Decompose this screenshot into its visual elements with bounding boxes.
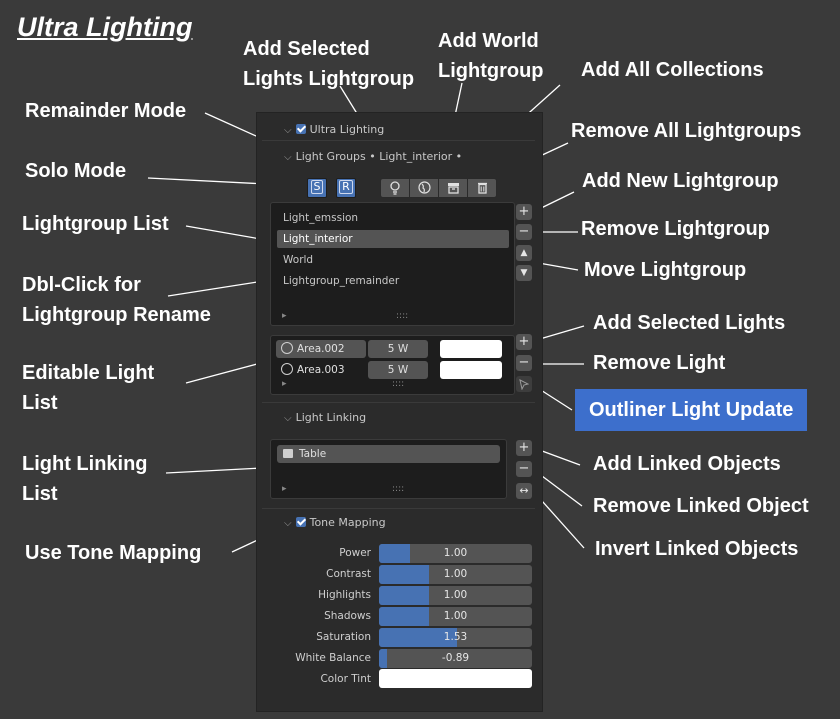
list-resize-grip[interactable]: :::: [392,379,404,389]
light-row[interactable]: Area.003 5 W [277,361,507,379]
chevron-down-icon: ⌵ [284,518,292,529]
list-resize-grip[interactable]: :::: [392,484,404,494]
remove-all-lightgroups-button[interactable] [467,178,497,198]
lightgroup-item[interactable]: Lightgroup_remainder [277,272,509,290]
color-tint-label: Color Tint [320,673,371,685]
solo-mode-toggle[interactable]: S [307,178,327,198]
light-bulb-icon [281,342,293,354]
light-groups-subheader[interactable]: ⌵ Light Groups • Light_interior • [284,150,462,163]
contrast-slider[interactable]: 1.00 [379,565,532,584]
add-selected-lights-lightgroup-button[interactable] [380,178,410,198]
highlights-slider[interactable]: 1.00 [379,586,532,605]
annotation-remove-lightgroup: Remove Lightgroup [581,218,770,240]
chevron-down-icon: ⌵ [284,413,292,424]
world-globe-icon [417,181,431,194]
annotation-invert-linked-objects: Invert Linked Objects [595,538,799,560]
list-resize-grip[interactable]: :::: [396,311,408,321]
annotation-light-linking-list: Light Linking List [22,453,148,505]
white-balance-label: White Balance [295,652,371,664]
panel-header[interactable]: ⌵ Ultra Lighting [284,123,384,136]
saturation-slider[interactable]: 1.53 [379,628,532,647]
move-lightgroup-down-button[interactable]: ▼ [516,265,532,281]
light-row[interactable]: Area.002 5 W [276,340,507,358]
cursor-arrow-icon [519,379,530,391]
color-tint-swatch[interactable] [379,669,532,688]
light-bulb-icon [281,363,293,375]
white-balance-slider[interactable]: -0.89 [379,649,532,668]
trash-icon [477,182,487,194]
annotation-add-selected-lights-lightgroup: Add Selected Lights Lightgroup [243,38,415,90]
slider-value: 1.00 [443,568,468,580]
chevron-down-icon: ⌵ [284,125,292,136]
annotation-lightgroup-list: Lightgroup List [22,213,169,235]
annotation-editable-light-list: Editable Light List [22,362,155,414]
annotation-move-lightgroup: Move Lightgroup [584,259,747,281]
tone-mapping-checkbox[interactable] [295,517,306,527]
contrast-label: Contrast [326,568,371,580]
slider-value: 1.00 [443,547,468,559]
annotation-remainder-mode: Remainder Mode [25,100,187,122]
collection-box-icon [283,449,293,458]
add-all-collections-button[interactable] [438,178,468,198]
expand-triangle-icon[interactable]: ▸ [282,379,287,389]
remove-light-button[interactable]: − [516,355,532,371]
power-label: Power [339,547,371,559]
annotation-use-tone-mapping: Use Tone Mapping [25,542,202,564]
remainder-mode-toggle[interactable]: R [336,178,356,198]
add-world-lightgroup-button[interactable] [409,178,439,198]
light-color-swatch[interactable] [440,340,502,358]
lightgroup-item[interactable]: Light_emssion [277,209,509,227]
lightgroup-item[interactable]: World [277,251,509,269]
annotation-dbl-click-rename: Dbl-Click for Lightgroup Rename [22,274,211,326]
remove-linked-object-button[interactable]: − [516,461,532,477]
highlights-label: Highlights [318,589,371,601]
annotation-remove-linked-object: Remove Linked Object [593,495,809,517]
checkbox-icon[interactable] [295,124,306,134]
add-lightgroup-button[interactable]: + [516,204,532,220]
light-color-swatch[interactable] [440,361,502,379]
divider [262,140,535,141]
tone-mapping-header[interactable]: ⌵ Tone Mapping [284,516,386,529]
saturation-label: Saturation [316,631,371,643]
invert-linked-objects-button[interactable]: ↔ [516,483,532,499]
remove-lightgroup-button[interactable]: − [516,224,532,240]
annotation-add-linked-objects: Add Linked Objects [593,453,781,475]
annotation-remove-light: Remove Light [593,352,726,374]
expand-triangle-icon[interactable]: ▸ [282,484,287,494]
lightgroup-item-selected[interactable]: Light_interior [277,230,509,248]
light-linking-header[interactable]: ⌵ Light Linking [284,411,366,424]
move-lightgroup-up-button[interactable]: ▲ [516,245,532,261]
divider [262,508,535,509]
power-slider[interactable]: 1.00 [379,544,532,563]
divider [262,402,535,403]
annotation-solo-mode: Solo Mode [25,160,127,182]
shadows-slider[interactable]: 1.00 [379,607,532,626]
annotation-remove-all-lightgroups: Remove All Lightgroups [571,120,802,142]
slider-value: 1.00 [443,610,468,622]
expand-triangle-icon[interactable]: ▸ [282,311,287,321]
shadows-label: Shadows [324,610,371,622]
slider-value: 1.53 [443,631,468,643]
collection-box-icon [447,183,459,194]
light-power-field[interactable]: 5 W [368,340,428,358]
add-selected-lights-button[interactable]: + [516,334,532,350]
slider-value: 1.00 [443,589,468,601]
outliner-light-update-button[interactable] [516,376,532,392]
slider-value: -0.89 [441,652,470,664]
light-power-field[interactable]: 5 W [368,361,428,379]
annotation-add-world-lightgroup: Add World Lightgroup [438,30,544,82]
annotation-add-all-collections: Add All Collections [581,59,764,81]
add-linked-objects-button[interactable]: + [516,440,532,456]
linked-object-row[interactable]: Table [277,445,500,463]
annotation-add-new-lightgroup: Add New Lightgroup [582,170,779,192]
light-bulb-icon [390,181,400,195]
annotation-outliner-light-update: Outliner Light Update [575,389,808,431]
chevron-down-icon: ⌵ [284,152,292,163]
annotation-add-selected-lights: Add Selected Lights [593,312,786,334]
